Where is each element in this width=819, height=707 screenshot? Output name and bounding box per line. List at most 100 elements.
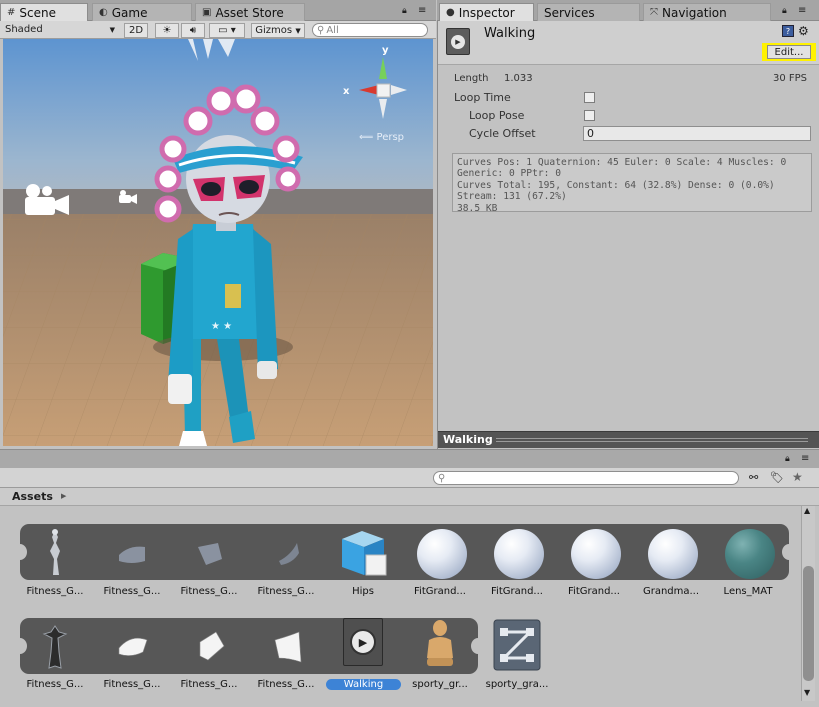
- asset-label: FitGrand...: [414, 586, 466, 597]
- axis-x-label: x: [343, 86, 350, 97]
- prefab-cube-icon: [342, 531, 387, 576]
- inspector-panel: ▶ Walking ? ⚙ Edit... Length 1.033 30 FP…: [437, 21, 819, 449]
- tab-navigation[interactable]: ⤧ Navigation: [643, 3, 771, 21]
- search-icon: ⚲: [317, 24, 325, 36]
- animation-clip-icon: ▶: [446, 28, 470, 55]
- scene-search-input[interactable]: ⚲ All: [312, 23, 428, 37]
- lock-icon[interactable]: 🔒︎: [402, 6, 407, 16]
- panel-menu-icon[interactable]: ≡: [418, 5, 426, 16]
- asset-fitness-skeleton[interactable]: Fitness_G...: [18, 523, 92, 609]
- lock-icon[interactable]: 🔒︎: [782, 6, 787, 16]
- tab-asset-store[interactable]: ▣ Asset Store: [195, 3, 305, 21]
- preview-drag-handle[interactable]: [496, 438, 808, 442]
- scroll-up-arrow-icon[interactable]: ▲: [804, 506, 810, 515]
- tab-scene-label: Scene: [19, 5, 56, 20]
- skeleton-icon: [42, 625, 68, 669]
- scene-viewport[interactable]: ★ ★ y x ⟸ Persp: [3, 39, 433, 446]
- preview-bar: Walking: [438, 431, 819, 448]
- scene-tabbar: # Scene ◐ Game ▣ Asset Store 🔒︎ ≡: [0, 0, 436, 21]
- projection-label: ⟸ Persp: [359, 132, 404, 143]
- avatar-figure-icon: [427, 620, 453, 666]
- asset-material[interactable]: FitGrand...: [557, 523, 631, 609]
- tab-inspector[interactable]: ● Inspector: [439, 3, 534, 21]
- gizmos-dropdown[interactable]: Gizmos ▼: [251, 23, 305, 38]
- panel-menu-icon[interactable]: ≡: [798, 5, 806, 16]
- material-sphere-icon: [490, 525, 544, 579]
- mode-2d-label: 2D: [128, 25, 144, 36]
- panel-menu-icon[interactable]: ≡: [801, 453, 809, 464]
- project-breadcrumb: Assets ▶: [0, 488, 819, 506]
- loop-pose-checkbox[interactable]: [584, 110, 595, 121]
- favorite-star-icon[interactable]: ★: [792, 470, 803, 484]
- asset-walking-animation[interactable]: ▶ Walking: [326, 616, 401, 702]
- asset-label: Hips: [352, 586, 374, 597]
- fps-value: 30 FPS: [773, 73, 808, 84]
- asset-fitness-mesh[interactable]: Fitness_G...: [95, 523, 169, 609]
- mesh-icon: [274, 631, 302, 663]
- filter-by-label-icon[interactable]: 🏷︎: [770, 471, 784, 484]
- audio-button[interactable]: 🔊︎: [181, 23, 205, 38]
- lighting-button[interactable]: ☀: [155, 23, 179, 38]
- asset-hips[interactable]: Hips: [326, 523, 400, 609]
- tab-services-label: Services: [544, 5, 595, 20]
- edit-button-label: Edit...: [774, 46, 804, 58]
- scene-toolbar: Shaded ▼ 2D ☀ 🔊︎ ▭ ▾ Gizmos ▼ ⚲ All: [0, 21, 436, 39]
- gear-icon[interactable]: ⚙: [798, 24, 809, 38]
- asset-label: Fitness_G...: [257, 586, 315, 597]
- asset-fitness-mesh[interactable]: Fitness_G...: [95, 616, 169, 702]
- edit-button[interactable]: Edit...: [767, 45, 811, 59]
- asset-label: FitGrand...: [568, 586, 620, 597]
- help-book-icon[interactable]: ?: [782, 25, 794, 37]
- tab-navigation-label: Navigation: [662, 5, 727, 20]
- asset-label: Fitness_G...: [257, 679, 315, 690]
- asset-material[interactable]: Grandma...: [634, 523, 708, 609]
- cycle-offset-field[interactable]: 0: [583, 126, 811, 141]
- asset-material[interactable]: FitGrand...: [480, 523, 554, 609]
- project-scrollbar[interactable]: ▲ ▼: [801, 506, 815, 701]
- asset-fitness-mesh[interactable]: Fitness_G...: [172, 616, 246, 702]
- project-search-input[interactable]: ⚲: [433, 471, 739, 485]
- breadcrumb-assets[interactable]: Assets: [12, 490, 53, 503]
- asset-label: Fitness_G...: [26, 679, 84, 690]
- asset-label: sporty_gra...: [485, 679, 549, 690]
- tab-game[interactable]: ◐ Game: [92, 3, 192, 21]
- preview-title: Walking: [443, 433, 493, 446]
- pacman-icon: ◐: [99, 7, 108, 18]
- asset-sporty-avatar[interactable]: sporty_gr...: [403, 616, 477, 702]
- asset-fitness-skeleton[interactable]: Fitness_G...: [18, 616, 92, 702]
- scrollbar-thumb[interactable]: [803, 566, 814, 681]
- inspector-header: ▶ Walking ? ⚙ Edit...: [438, 21, 819, 65]
- loop-time-checkbox[interactable]: [584, 92, 595, 103]
- mesh-icon: [119, 546, 145, 563]
- tab-services[interactable]: Services: [537, 3, 640, 21]
- asset-fitness-mesh[interactable]: Fitness_G...: [249, 523, 323, 609]
- asset-material[interactable]: FitGrand...: [403, 523, 477, 609]
- dropdown-arrow-icon: ▼: [295, 26, 301, 35]
- lock-icon[interactable]: 🔒︎: [785, 454, 790, 464]
- asset-label: Fitness_G...: [103, 679, 161, 690]
- scene-render: ★ ★ y x ⟸ Persp: [3, 39, 433, 446]
- shading-mode-dropdown[interactable]: Shaded ▼: [2, 22, 118, 37]
- asset-lens-material[interactable]: Lens_MAT: [711, 523, 785, 609]
- gizmos-label: Gizmos: [255, 25, 293, 36]
- asset-label: FitGrand...: [491, 586, 543, 597]
- mode-2d-button[interactable]: 2D: [124, 23, 148, 38]
- curves-info-box: Curves Pos: 1 Quaternion: 45 Euler: 0 Sc…: [452, 153, 812, 214]
- tab-scene[interactable]: # Scene: [0, 3, 88, 21]
- axis-y-label: y: [382, 45, 389, 56]
- asset-fitness-mesh[interactable]: Fitness_G...: [249, 616, 323, 702]
- store-icon: ▣: [202, 7, 212, 18]
- asset-fitness-mesh[interactable]: Fitness_G...: [172, 523, 246, 609]
- inspector-tabbar: ● Inspector Services ⤧ Navigation 🔒︎ ≡: [437, 0, 819, 21]
- scroll-down-arrow-icon[interactable]: ▼: [804, 688, 810, 697]
- effects-button[interactable]: ▭ ▾: [209, 23, 245, 38]
- asset-label: sporty_gr...: [412, 679, 468, 690]
- info-icon: ●: [446, 7, 455, 18]
- tab-game-label: Game: [111, 5, 148, 20]
- asset-sporty-controller[interactable]: sporty_gra...: [480, 616, 554, 702]
- material-sphere-icon: [644, 525, 698, 579]
- asset-label: Grandma...: [642, 586, 700, 597]
- filter-by-type-icon[interactable]: ⚯: [749, 471, 758, 484]
- search-icon: ⚲: [438, 472, 446, 484]
- shading-mode-label: Shaded: [5, 24, 43, 35]
